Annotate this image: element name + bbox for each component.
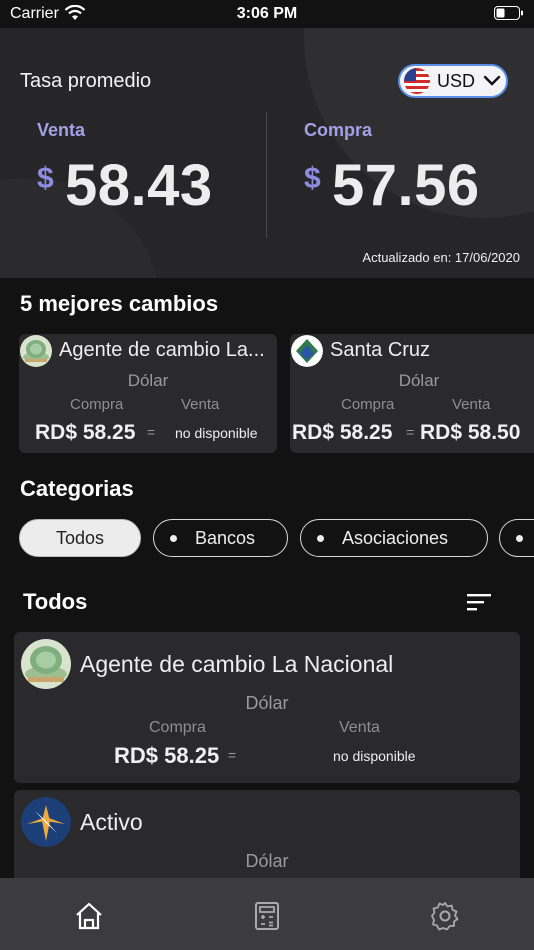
sell-label: Venta	[452, 396, 491, 413]
home-icon[interactable]	[73, 900, 105, 932]
sell-value: RD$ 58.50	[420, 421, 521, 444]
currency-name: Dólar	[245, 693, 289, 713]
divider	[266, 112, 267, 238]
exchange-list-item[interactable]: Agente de cambio La Nacional Dólar Compr…	[14, 632, 520, 783]
chip-label: Bancos	[195, 527, 256, 548]
category-chip-more[interactable]	[499, 519, 534, 557]
clock: 3:06 PM	[236, 5, 298, 22]
buy-value: RD$ 58.25	[292, 421, 393, 444]
buy-value: RD$ 58.25	[35, 421, 136, 444]
trend-equal-icon: =	[406, 424, 415, 440]
buy-label: Compra	[149, 719, 206, 736]
sell-amount: 58.43	[65, 153, 213, 218]
category-chip-bancos[interactable]: Bancos	[153, 519, 288, 557]
currency-name: Dólar	[245, 851, 289, 871]
exchange-name: Activo	[80, 809, 143, 835]
updated-date: Actualizado en: 17/06/2020	[362, 250, 520, 265]
sell-currency-symbol: $	[37, 162, 54, 195]
currency-code: USD	[437, 70, 476, 91]
battery-icon	[494, 6, 523, 20]
buy-rate: Compra $ 57.56	[304, 120, 479, 218]
bullet-icon	[516, 534, 523, 542]
exchange-name: Agente de cambio La Nacional	[80, 651, 394, 677]
sell-value: no disponible	[333, 748, 416, 764]
trend-equal-icon: =	[228, 747, 237, 763]
coins-logo-icon	[21, 639, 71, 689]
buy-currency-symbol: $	[304, 162, 321, 195]
chevron-down-icon	[483, 75, 501, 86]
buy-value: RD$ 58.25	[114, 743, 220, 768]
category-chip-asociaciones[interactable]: Asociaciones	[300, 519, 488, 557]
santa-cruz-logo-icon	[291, 335, 323, 367]
sell-label: Venta	[339, 719, 380, 736]
settings-icon[interactable]	[429, 900, 461, 932]
chip-label: Asociaciones	[342, 527, 449, 548]
exchange-name: Agente de cambio La...	[59, 339, 265, 361]
top-exchanges-title: 5 mejores cambios	[20, 291, 219, 316]
calculator-icon[interactable]	[251, 900, 283, 932]
currency-selector[interactable]: USD	[398, 64, 508, 98]
sell-rate: Venta $ 58.43	[37, 120, 212, 218]
buy-label: Compra	[304, 120, 373, 140]
currency-name: Dólar	[127, 371, 169, 390]
exchange-name: Santa Cruz	[330, 339, 431, 361]
trend-equal-icon: =	[147, 424, 156, 440]
sell-label: Venta	[37, 120, 86, 140]
list-title: Todos	[23, 589, 88, 614]
sell-label: Venta	[181, 396, 220, 413]
buy-label: Compra	[341, 396, 395, 413]
bullet-icon	[170, 534, 177, 542]
top-exchange-card[interactable]: Santa Cruz Dólar Compra Venta RD$ 58.25 …	[290, 334, 534, 453]
bullet-icon	[317, 534, 324, 542]
chip-label: Todos	[55, 527, 105, 548]
buy-label: Compra	[70, 396, 124, 413]
status-bar: Carrier 3:06 PM	[0, 0, 534, 28]
average-rate-panel: Tasa promedio USD Venta $ 58.43 Compra $…	[0, 28, 534, 278]
tab-bar	[0, 878, 534, 950]
sort-icon[interactable]	[466, 592, 492, 612]
buy-amount: 57.56	[332, 153, 480, 218]
category-chip-todos[interactable]: Todos	[19, 519, 141, 557]
currency-name: Dólar	[398, 371, 440, 390]
coins-logo-icon	[20, 335, 52, 367]
sell-value: no disponible	[175, 425, 258, 441]
us-flag-icon	[404, 68, 430, 94]
top-exchange-card[interactable]: Agente de cambio La... Dólar Compra Vent…	[19, 334, 277, 453]
activo-logo-icon	[21, 797, 71, 847]
average-rate-title: Tasa promedio	[20, 70, 152, 92]
categories-title: Categorias	[20, 476, 134, 501]
